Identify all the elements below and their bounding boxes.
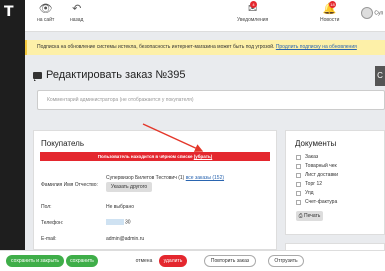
- site-link[interactable]: 👁 на сайт: [37, 2, 54, 23]
- save-and-close-button[interactable]: сохранить и закрыть: [6, 255, 64, 267]
- top-toolbar: 👁 на сайт ↶ назад ✉ 4 Уведомления 🔔 18 Н…: [25, 0, 385, 32]
- documents-heading: Документы: [295, 139, 337, 148]
- doc-checkbox-delivery[interactable]: Лист доставки: [296, 172, 338, 178]
- back-arrow-icon: ↶: [72, 3, 82, 15]
- notifications-badge: 4: [250, 1, 257, 8]
- page-title-row: Редактировать заказ №395: [33, 66, 186, 84]
- all-orders-link[interactable]: все заказы (152): [186, 175, 224, 181]
- print-button[interactable]: ⎙ Печать: [296, 211, 323, 221]
- checkbox[interactable]: [296, 199, 301, 205]
- doc-label: Счет-фактура: [305, 199, 338, 205]
- sex-value: Не выбрано: [106, 204, 134, 210]
- sex-label: Пол:: [41, 204, 52, 210]
- email-label: E-mail:: [41, 236, 57, 242]
- checkbox[interactable]: [296, 181, 301, 187]
- printer-icon: ⎙: [298, 213, 303, 219]
- corner-button[interactable]: С: [375, 66, 385, 86]
- site-label: на сайт: [37, 17, 55, 23]
- remove-from-blacklist-link[interactable]: (убрать): [194, 154, 213, 159]
- blacklist-alert: Пользователь находится в чёрном списке (…: [40, 152, 270, 161]
- repeat-order-button[interactable]: Повторить заказ: [204, 255, 256, 267]
- news-label: Новости: [320, 17, 340, 23]
- doc-label: Товарный чек: [305, 163, 337, 169]
- phone-value-row: 30: [106, 219, 131, 225]
- name-value: Супервизор Билетов Тестович (1): [106, 175, 185, 181]
- news-button[interactable]: 🔔 18 Новости: [320, 1, 340, 23]
- admin-comment-input[interactable]: Комментарий администратора (не отображае…: [37, 90, 385, 110]
- comment-icon: [33, 71, 42, 81]
- logo[interactable]: T: [4, 4, 14, 20]
- checkbox[interactable]: [296, 154, 301, 160]
- notifications-label: Уведомления: [237, 17, 269, 23]
- phone-value: 30: [125, 219, 131, 226]
- bottom-action-bar: сохранить и закрыть сохранить отмена уда…: [0, 250, 385, 271]
- news-badge: 18: [329, 1, 336, 8]
- notice-link[interactable]: Продлить подписку на обновления: [276, 44, 357, 50]
- back-label: назад: [70, 17, 84, 23]
- save-button[interactable]: сохранить: [66, 255, 98, 267]
- checkbox[interactable]: [296, 163, 301, 169]
- email-value: admin@admin.ru: [106, 236, 145, 242]
- page-title: Редактировать заказ №395: [46, 69, 186, 81]
- notice-text: Подписка на обновление системы истекла, …: [37, 44, 275, 50]
- doc-label: Упд: [305, 190, 314, 196]
- name-value-row: Супервизор Билетов Тестович (1) все зака…: [106, 175, 224, 181]
- user-menu[interactable]: Суп: [361, 7, 383, 19]
- phone-label: Телефон:: [41, 220, 64, 226]
- doc-label: Торг 12: [305, 181, 322, 187]
- doc-checkbox-upd[interactable]: Упд: [296, 190, 314, 196]
- doc-checkbox-invoice[interactable]: Счет-фактура: [296, 199, 337, 205]
- back-button[interactable]: ↶ назад: [70, 2, 83, 23]
- print-label: Печать: [304, 213, 321, 219]
- notifications-button[interactable]: ✉ 4 Уведомления: [237, 1, 269, 23]
- checkbox[interactable]: [296, 172, 301, 178]
- buyer-panel: Покупатель Пользователь находится в чёрн…: [33, 130, 277, 250]
- doc-checkbox-receipt[interactable]: Товарный чек: [296, 163, 337, 169]
- doc-label: Заказ: [305, 154, 319, 160]
- delete-button[interactable]: удалить: [159, 255, 187, 267]
- eye-icon: 👁: [38, 3, 53, 15]
- doc-checkbox-order[interactable]: Заказ: [296, 154, 318, 160]
- checkbox[interactable]: [296, 190, 301, 196]
- doc-checkbox-torg12[interactable]: Торг 12: [296, 181, 322, 187]
- phone-redacted: [106, 219, 124, 225]
- blacklist-alert-text: Пользователь находится в чёрном списке: [97, 154, 193, 159]
- change-buyer-button[interactable]: Указать другого: [106, 182, 152, 192]
- name-label: Фамилия Имя Отчество:: [41, 182, 98, 188]
- cancel-button[interactable]: отмена: [131, 255, 157, 267]
- documents-panel: Документы Заказ Товарный чек Лист достав…: [285, 130, 385, 235]
- subscription-notice: Подписка на обновление системы истекла, …: [25, 40, 385, 55]
- buyer-heading: Покупатель: [41, 139, 84, 148]
- doc-label: Лист доставки: [305, 172, 339, 178]
- user-label: Суп: [374, 10, 384, 17]
- left-sidebar: T: [0, 0, 25, 271]
- ship-button[interactable]: Отгрузить: [268, 255, 304, 267]
- avatar: [361, 7, 373, 19]
